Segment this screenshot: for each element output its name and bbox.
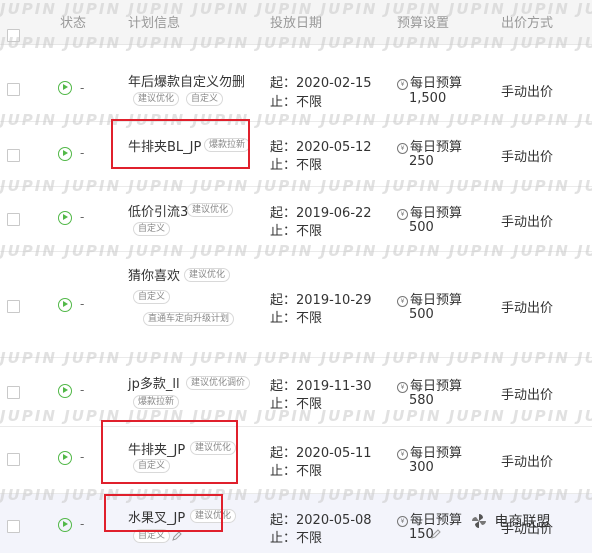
budget-value[interactable]: 250 xyxy=(409,154,434,169)
play-status-icon[interactable] xyxy=(58,147,72,161)
status-dash: - xyxy=(80,210,85,224)
budget-value[interactable]: 300 xyxy=(409,460,434,475)
start-date: 起：2020-02-15 xyxy=(270,76,372,91)
bid-method: 手动出价 xyxy=(501,455,554,470)
plan-tag: 直通车定向升级计划 xyxy=(143,312,235,326)
plan-tag: 建议优化 xyxy=(184,268,231,282)
status-dash: - xyxy=(80,383,85,397)
budget-label: ¥ 每日预算 xyxy=(397,289,462,308)
highlight-box xyxy=(101,420,238,484)
plan-name[interactable]: 猜你喜欢 xyxy=(128,265,180,284)
plan-name[interactable]: 年后爆款自定义勿删 xyxy=(128,71,245,90)
highlight-box xyxy=(104,494,223,532)
table-row[interactable]: - 猜你喜欢 建议优化 自定义 直通车定向升级计划 起：2019-10-29 止… xyxy=(0,252,592,358)
start-date: 起：2020-05-11 xyxy=(270,446,372,461)
header-plan: 计划信息 xyxy=(128,16,181,31)
end-date: 止：不限 xyxy=(270,95,323,110)
plan-tag: 自定义 xyxy=(186,92,224,106)
budget-label: ¥ 每日预算 xyxy=(397,375,462,394)
status-dash: - xyxy=(80,146,85,160)
start-date: 起：2019-06-22 xyxy=(270,206,372,221)
bid-method: 手动出价 xyxy=(501,215,554,230)
budget-value[interactable]: 1,500 xyxy=(409,91,446,106)
row-checkbox[interactable] xyxy=(7,386,20,399)
status-dash: - xyxy=(80,297,85,311)
budget-label: ¥ 每日预算 xyxy=(397,442,462,461)
budget-icon: ¥ xyxy=(397,209,408,220)
budget-icon: ¥ xyxy=(397,143,408,154)
plan-tag: 爆款拉新 xyxy=(133,395,180,409)
plan-tag: 建议优化调价 xyxy=(186,376,251,390)
header-budget: 预算设置 xyxy=(397,16,450,31)
plan-tag: 自定义 xyxy=(133,222,171,236)
row-checkbox[interactable] xyxy=(7,520,20,533)
end-date: 止：不限 xyxy=(270,158,323,173)
plan-tag: 自定义 xyxy=(133,290,171,304)
row-checkbox[interactable] xyxy=(7,149,20,162)
end-date: 止：不限 xyxy=(270,224,323,239)
status-dash: - xyxy=(80,450,85,464)
table-row[interactable]: - 低价引流3 建议优化 自定义 起：2019-06-22 止：不限 ¥ 每日预算… xyxy=(0,187,592,252)
brand-logo: 电商联盟 xyxy=(470,511,550,531)
table-header: 状态 计划信息 投放日期 预算设置 出价方式 xyxy=(0,0,592,45)
table-row[interactable]: - jp多款_ll 建议优化调价 爆款拉新 起：2019-11-30 止：不限 … xyxy=(0,358,592,427)
play-status-icon[interactable] xyxy=(58,211,72,225)
status-dash: - xyxy=(80,81,85,95)
plan-tag: 建议优化 xyxy=(187,203,234,217)
brand-name: 电商联盟 xyxy=(494,514,551,530)
budget-label: ¥ 每日预算 xyxy=(397,202,462,221)
plan-tag: 建议优化 xyxy=(133,92,180,106)
select-all-checkbox[interactable] xyxy=(7,29,20,42)
plan-name[interactable]: 低价引流3 xyxy=(128,201,188,220)
row-checkbox[interactable] xyxy=(7,300,20,313)
start-date: 起：2019-10-29 xyxy=(270,293,372,308)
pinwheel-logo-icon xyxy=(472,514,486,528)
budget-value[interactable]: 580 xyxy=(409,393,434,408)
row-checkbox[interactable] xyxy=(7,213,20,226)
status-dash: - xyxy=(80,517,85,531)
highlight-box xyxy=(111,119,250,169)
end-date: 止：不限 xyxy=(270,464,323,479)
header-date: 投放日期 xyxy=(270,16,323,31)
end-date: 止：不限 xyxy=(270,311,323,326)
budget-value[interactable]: 500 xyxy=(409,220,434,235)
play-status-icon[interactable] xyxy=(58,518,72,532)
end-date: 止：不限 xyxy=(270,397,323,412)
budget-icon: ¥ xyxy=(397,296,408,307)
play-status-icon[interactable] xyxy=(58,81,72,95)
plan-name[interactable]: jp多款_ll xyxy=(128,373,180,392)
end-date: 止：不限 xyxy=(270,531,323,546)
table-row[interactable]: - 牛排夹_JP 建议优化 自定义 起：2020-05-11 止：不限 ¥ 每日预… xyxy=(0,427,592,494)
budget-icon: ¥ xyxy=(397,79,408,90)
play-status-icon[interactable] xyxy=(58,384,72,398)
start-date: 起：2019-11-30 xyxy=(270,379,372,394)
play-status-icon[interactable] xyxy=(58,298,72,312)
bid-method: 手动出价 xyxy=(501,301,554,316)
bid-method: 手动出价 xyxy=(501,150,554,165)
start-date: 起：2020-05-12 xyxy=(270,140,372,155)
budget-icon: ¥ xyxy=(397,382,408,393)
budget-icon: ¥ xyxy=(397,516,408,527)
table-row[interactable]: - 年后爆款自定义勿删 建议优化 自定义 起：2020-02-15 止：不限 ¥… xyxy=(0,45,592,122)
row-checkbox[interactable] xyxy=(7,83,20,96)
bid-method: 手动出价 xyxy=(501,85,554,100)
start-date: 起：2020-05-08 xyxy=(270,513,372,528)
row-checkbox[interactable] xyxy=(7,453,20,466)
header-status: 状态 xyxy=(60,16,87,31)
bid-method: 手动出价 xyxy=(501,388,554,403)
budget-value[interactable]: 500 xyxy=(409,307,434,322)
play-status-icon[interactable] xyxy=(58,451,72,465)
budget-label: ¥ 每日预算 xyxy=(397,509,462,528)
budget-label: ¥ 每日预算 xyxy=(397,72,462,91)
header-method: 出价方式 xyxy=(501,16,554,31)
table-row[interactable]: - 牛排夹BL_JP 爆款拉新 起：2020-05-12 止：不限 ¥ 每日预算 … xyxy=(0,122,592,187)
budget-label: ¥ 每日预算 xyxy=(397,136,462,155)
budget-icon: ¥ xyxy=(397,449,408,460)
edit-pencil-icon[interactable] xyxy=(430,528,442,540)
